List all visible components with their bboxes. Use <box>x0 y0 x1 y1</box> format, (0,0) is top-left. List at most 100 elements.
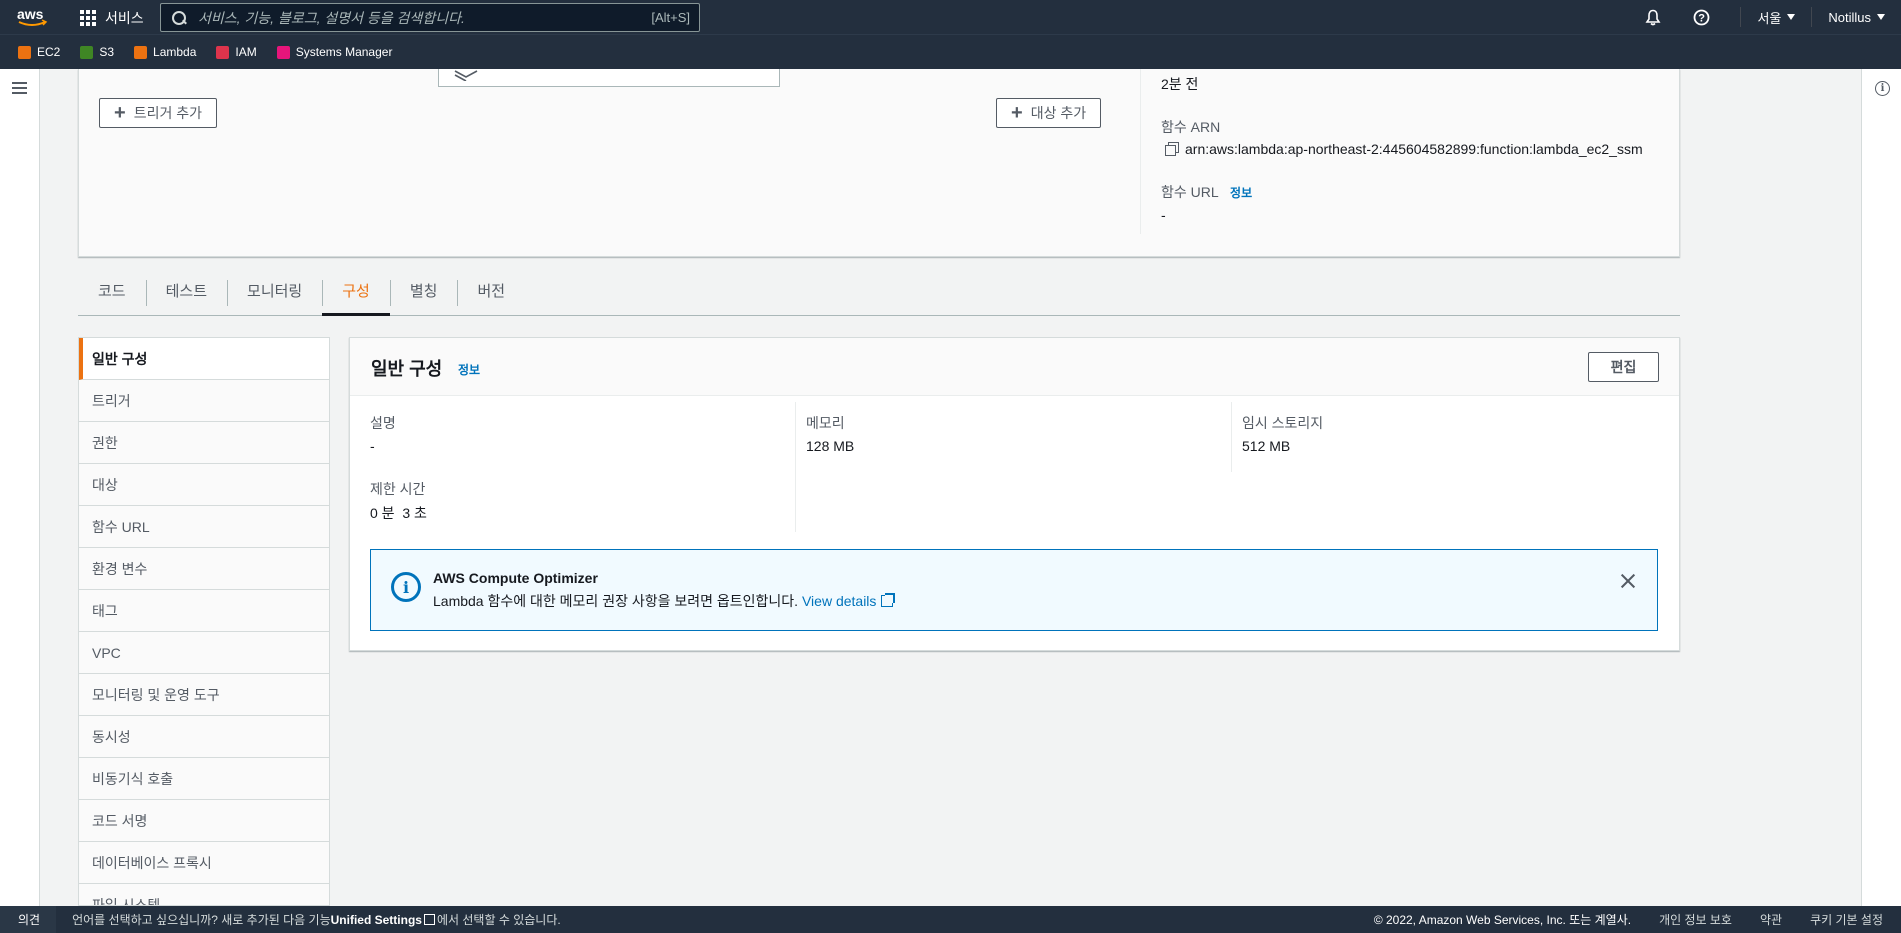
plus-icon: + <box>1011 102 1023 124</box>
config-nav-environment-variables[interactable]: 환경 변수 <box>79 548 329 590</box>
external-link-icon <box>423 914 435 925</box>
tab-configuration[interactable]: 구성 <box>322 266 390 316</box>
ephemeral-storage-label: 임시 스토리지 <box>1242 415 1324 431</box>
language-message-pre: 언어를 선택하고 싶으십니까? 새로 추가된 다음 기능 <box>72 913 331 927</box>
unified-settings-link[interactable]: Unified Settings <box>331 913 422 927</box>
layers-box[interactable] <box>438 69 780 87</box>
aws-logo[interactable]: aws <box>16 6 50 28</box>
arn-text: arn:aws:lambda:ap-northeast-2:4456045828… <box>1185 141 1643 157</box>
favorite-label: S3 <box>99 45 115 59</box>
footer: 의견 언어를 선택하고 싶으십니까? 새로 추가된 다음 기능Unified S… <box>0 906 1901 933</box>
plus-icon: + <box>114 102 126 124</box>
favorite-s3[interactable]: S3 <box>80 45 114 59</box>
config-nav-function-url[interactable]: 함수 URL <box>79 506 329 548</box>
ephemeral-storage-value: 512 MB <box>1242 438 1291 454</box>
caret-down-icon <box>1877 14 1885 20</box>
config-nav-destinations[interactable]: 대상 <box>79 464 329 506</box>
terms-link[interactable]: 약관 <box>1760 911 1782 928</box>
copyright: © 2022, Amazon Web Services, Inc. 또는 계열사… <box>1373 913 1632 927</box>
arn-value: arn:aws:lambda:ap-northeast-2:4456045828… <box>1165 141 1643 157</box>
favorite-lambda[interactable]: Lambda <box>134 45 196 59</box>
search-shortcut: [Alt+S] <box>651 10 690 25</box>
url-value: - <box>1161 207 1166 223</box>
config-nav-async-invocation[interactable]: 비동기식 호출 <box>79 758 329 800</box>
timeout-value: 0 분 3 초 <box>370 505 427 521</box>
bell-icon[interactable] <box>1644 8 1662 26</box>
config-nav-vpc[interactable]: VPC <box>79 632 329 674</box>
url-info-link[interactable]: 정보 <box>1230 186 1252 200</box>
general-configuration-panel: 일반 구성 정보 편집 설명 - 제한 시간 0 분 3 초 메모리 128 M… <box>349 337 1680 651</box>
favorite-ec2[interactable]: EC2 <box>18 45 60 59</box>
account-menu[interactable]: Notillus <box>1812 10 1901 25</box>
function-overview-card: + 트리거 추가 + 대상 추가 2분 전 함수 ARN arn:aws:lam… <box>78 69 1680 257</box>
memory-value: 128 MB <box>806 438 855 454</box>
config-nav-general[interactable]: 일반 구성 <box>79 338 329 380</box>
account-label: Notillus <box>1828 9 1871 25</box>
svg-text:aws: aws <box>17 6 44 22</box>
add-trigger-button[interactable]: + 트리거 추가 <box>99 98 217 128</box>
copy-icon[interactable] <box>1165 142 1179 156</box>
favorites-bar: EC2 S3 Lambda IAM Systems Manager <box>0 34 1901 69</box>
config-nav-file-system[interactable]: 파일 시스템 <box>79 884 329 905</box>
layers-icon <box>454 70 478 81</box>
config-nav-triggers[interactable]: 트리거 <box>79 380 329 422</box>
add-destination-button[interactable]: + 대상 추가 <box>996 98 1102 128</box>
caret-down-icon <box>1787 14 1796 20</box>
cookie-preferences-link[interactable]: 쿠키 기본 설정 <box>1810 911 1883 928</box>
left-rail <box>0 69 40 906</box>
tab-test[interactable]: 테스트 <box>145 266 227 314</box>
compute-optimizer-alert: i AWS Compute Optimizer Lambda 함수에 대한 메모… <box>370 549 1658 631</box>
function-tabs: 코드 테스트 모니터링 구성 별칭 버전 <box>78 266 1680 316</box>
systems-manager-icon <box>276 45 290 59</box>
iam-icon <box>216 45 230 59</box>
info-icon: i <box>391 572 421 602</box>
memory-label: 메모리 <box>806 415 845 431</box>
favorite-label: EC2 <box>37 45 61 59</box>
view-details-link[interactable]: View details <box>801 593 896 609</box>
config-nav-monitoring-tools[interactable]: 모니터링 및 운영 도구 <box>79 674 329 716</box>
column-divider <box>795 402 796 532</box>
svg-text:?: ? <box>1698 12 1705 24</box>
config-nav-tags[interactable]: 태그 <box>79 590 329 632</box>
language-message-post: 에서 선택할 수 있습니다. <box>436 913 561 927</box>
alert-body: Lambda 함수에 대한 메모리 권장 사항을 보려면 옵트인합니다. Vie… <box>433 591 896 611</box>
info-link[interactable]: 정보 <box>458 361 480 378</box>
column-divider <box>1231 402 1232 472</box>
top-navigation: aws 서비스 [Alt+S] ? 서울 Notillus <box>0 0 1901 34</box>
arn-label: 함수 ARN <box>1161 119 1221 135</box>
help-icon[interactable]: ? <box>1692 8 1710 26</box>
config-nav-code-signing[interactable]: 코드 서명 <box>79 800 329 842</box>
view-details-label: View details <box>801 593 877 609</box>
info-panel-icon[interactable]: i <box>1875 81 1890 96</box>
privacy-link[interactable]: 개인 정보 보호 <box>1659 911 1732 928</box>
timeout-label: 제한 시간 <box>370 481 426 497</box>
external-link-icon <box>881 593 896 607</box>
config-nav-permissions[interactable]: 권한 <box>79 422 329 464</box>
edit-button[interactable]: 편집 <box>1588 352 1659 382</box>
tab-aliases[interactable]: 별칭 <box>389 266 458 314</box>
tab-code[interactable]: 코드 <box>78 266 146 314</box>
configuration-nav: 일반 구성 트리거 권한 대상 함수 URL 환경 변수 태그 VPC 모니터링… <box>78 337 330 906</box>
panel-title: 일반 구성 <box>371 359 443 379</box>
url-label: 함수 URL 정보 <box>1161 182 1252 202</box>
overview-divider <box>1140 69 1141 234</box>
search-bar[interactable]: [Alt+S] <box>160 3 700 32</box>
alert-title: AWS Compute Optimizer <box>433 570 598 586</box>
grid-icon <box>80 9 97 27</box>
menu-icon[interactable] <box>12 82 27 94</box>
config-nav-concurrency[interactable]: 동시성 <box>79 716 329 758</box>
region-label: 서울 <box>1757 10 1782 26</box>
tab-monitoring[interactable]: 모니터링 <box>227 266 322 314</box>
last-modified-value: 2분 전 <box>1161 76 1199 92</box>
config-nav-database-proxy[interactable]: 데이터베이스 프록시 <box>79 842 329 884</box>
favorite-systems-manager[interactable]: Systems Manager <box>276 45 392 59</box>
favorite-iam[interactable]: IAM <box>216 45 257 59</box>
services-menu-button[interactable]: 서비스 <box>80 8 144 28</box>
search-input[interactable] <box>198 9 652 26</box>
tab-versions[interactable]: 버전 <box>457 266 525 314</box>
close-icon[interactable] <box>1619 572 1637 590</box>
search-icon <box>172 10 186 25</box>
region-selector[interactable]: 서울 <box>1741 8 1811 27</box>
url-label-text: 함수 URL <box>1161 184 1219 200</box>
feedback-button[interactable]: 의견 <box>0 906 57 933</box>
